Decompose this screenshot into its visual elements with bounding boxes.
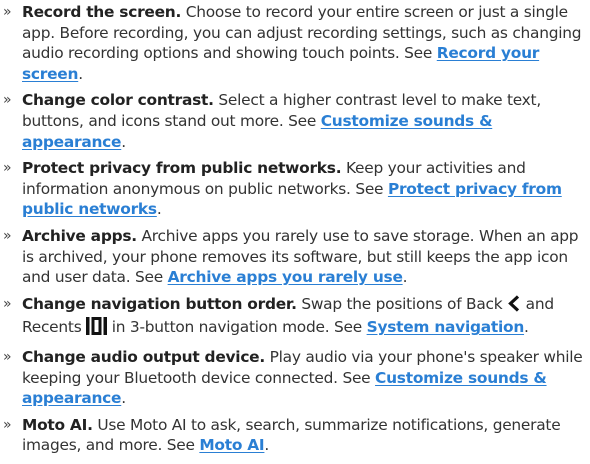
item-body-part-1: Swap the positions of Back — [296, 294, 508, 313]
bullet: » — [3, 416, 12, 433]
bullet: » — [3, 227, 12, 244]
link-moto-ai[interactable]: Moto AI — [199, 436, 264, 454]
item-end: . — [156, 200, 162, 219]
item-title: Protect privacy from public networks. — [22, 159, 342, 178]
item-end: . — [121, 389, 126, 408]
bullet: » — [3, 160, 12, 177]
item-title: Change navigation button order. — [22, 294, 297, 313]
bullet: » — [3, 92, 12, 109]
item-end: . — [78, 64, 83, 83]
link-archive-apps[interactable]: Archive apps you rarely use — [168, 268, 403, 286]
item-end: . — [264, 436, 270, 455]
back-chevron-icon — [507, 295, 521, 318]
list-item-record-screen: » Record the screen. Choose to record you… — [0, 2, 590, 84]
feature-list: » Record the screen. Choose to record you… — [0, 2, 590, 456]
bullet: » — [3, 295, 12, 312]
bullet: » — [3, 4, 12, 20]
link-system-navigation[interactable]: System navigation — [367, 318, 525, 336]
recents-icon — [86, 317, 108, 341]
item-body-part-3: in 3-button navigation mode. See — [107, 318, 367, 337]
list-item-audio-output: » Change audio output device. Play audio … — [0, 347, 590, 409]
list-item-moto-ai: » Moto AI. Use Moto AI to ask, search, su… — [0, 415, 590, 456]
item-body: Use Moto AI to ask, search, summarize no… — [22, 415, 561, 455]
item-title: Moto AI. — [22, 415, 93, 434]
list-item-color-contrast: » Change color contrast. Select a higher … — [0, 90, 590, 152]
item-end: . — [524, 318, 529, 337]
item-title: Record the screen. — [22, 3, 182, 21]
list-item-protect-privacy: » Protect privacy from public networks. K… — [0, 158, 590, 220]
list-item-navigation-order: » Change navigation button order. Swap th… — [0, 294, 590, 341]
bullet: » — [3, 348, 12, 365]
item-end: . — [402, 268, 408, 287]
list-item-archive-apps: » Archive apps. Archive apps you rarely u… — [0, 226, 590, 288]
item-title: Archive apps. — [22, 226, 137, 245]
item-title: Change color contrast. — [22, 91, 214, 110]
item-title: Change audio output device. — [22, 347, 265, 366]
item-end: . — [121, 132, 126, 151]
